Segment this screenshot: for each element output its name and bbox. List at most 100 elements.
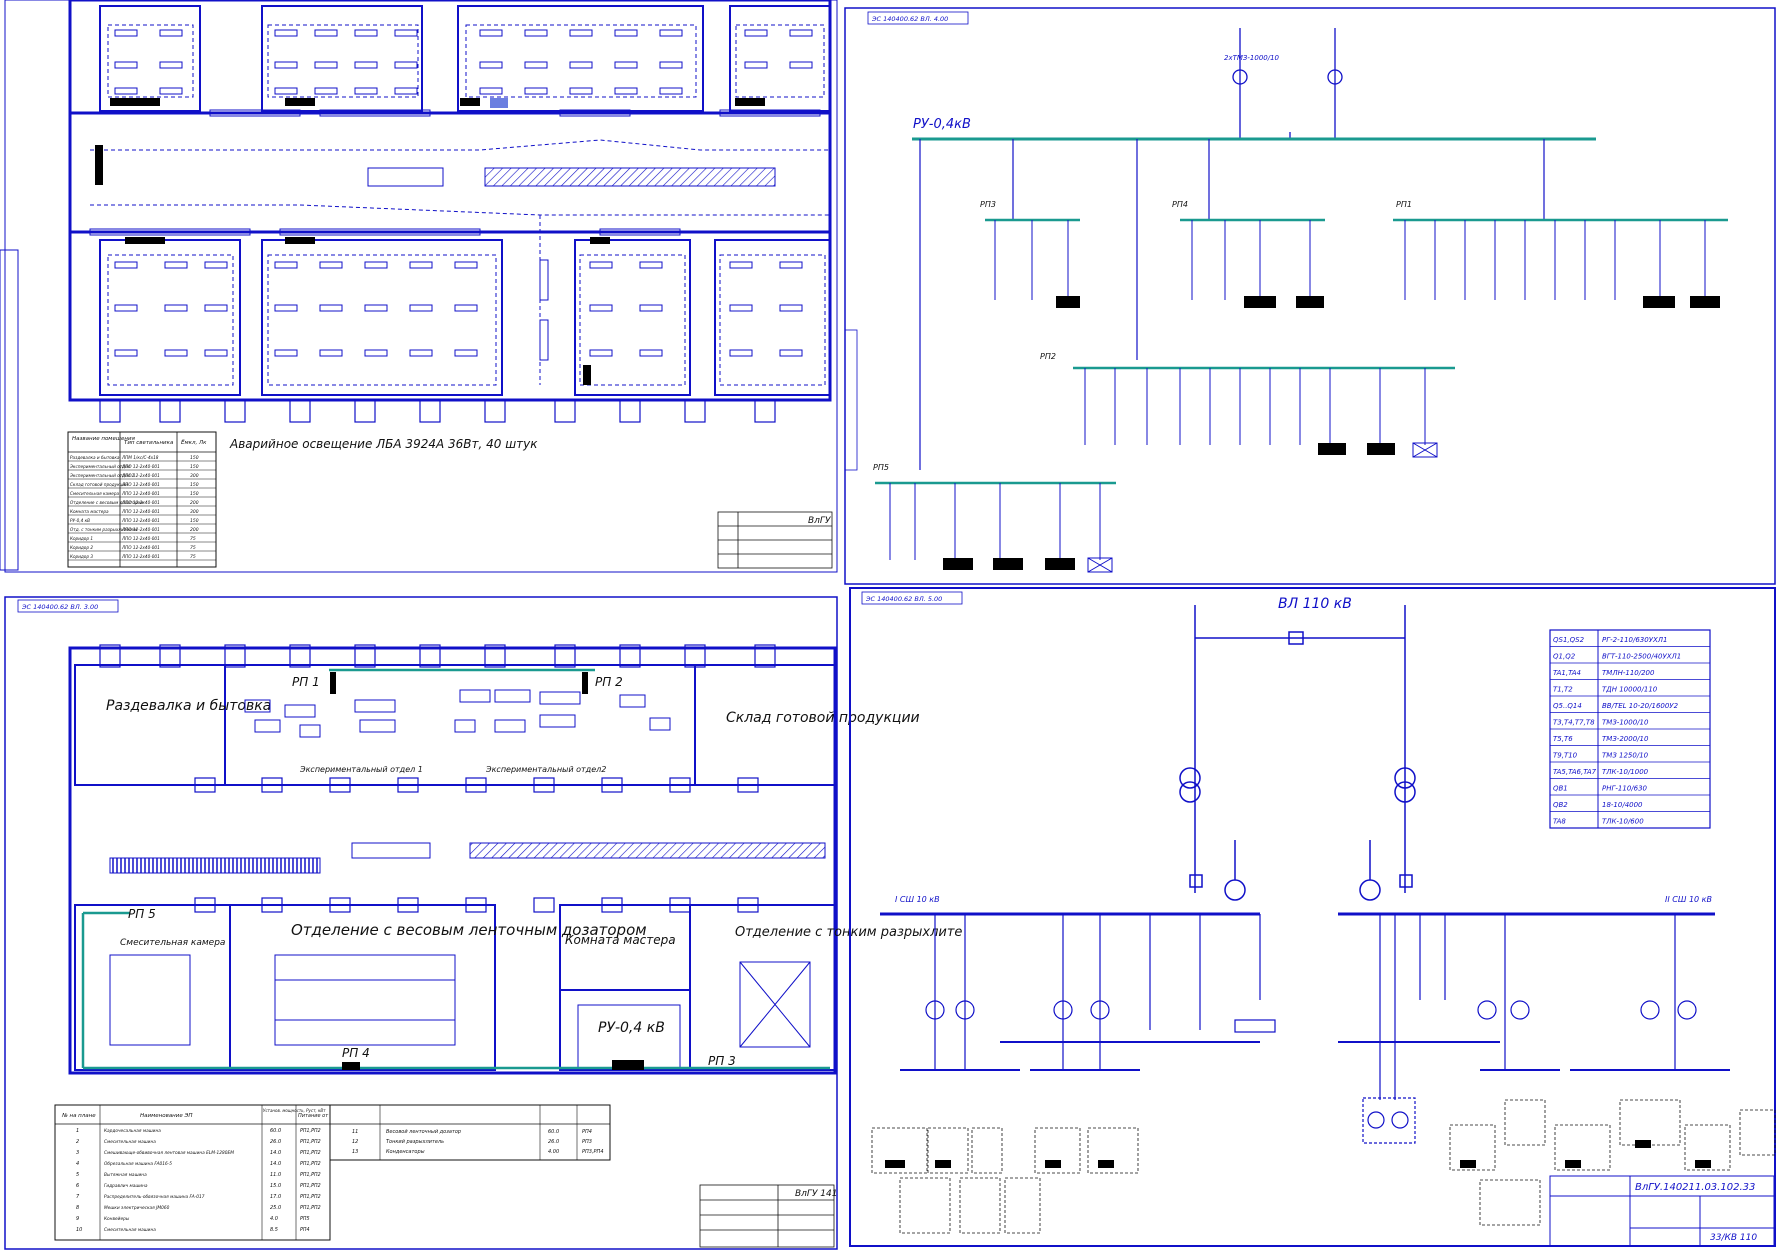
spec-designation-cell: T5,T6 — [1553, 735, 1573, 743]
panel-label-rp4: РП4 — [1172, 200, 1188, 209]
spec-type-cell: РГ-2-110/630УХЛ1 — [1602, 636, 1668, 644]
spec-designation-cell: T3,T4,T7,T8 — [1553, 719, 1595, 727]
eq-power-cell: 11.0 — [270, 1172, 281, 1178]
eq-num-cell: 1 — [76, 1128, 79, 1134]
eq-name-cell: Распределитель-обвязочная машина FA-017 — [104, 1194, 205, 1200]
vl110-title: ВЛ 110 кВ — [1278, 596, 1352, 612]
spec-type-cell: ТМЗ 1250/10 — [1602, 752, 1649, 760]
legend-room-cell: Раздевалка и бытовка — [70, 455, 120, 460]
legend-type-cell: ЛПО 12-2х40-001 — [121, 554, 160, 559]
spec-type-cell: ТЛК-10/1000 — [1602, 768, 1649, 776]
stamp-code: ВлГУ.140211.03.102.33 — [1635, 1182, 1755, 1193]
eq-name-cell: Кардочесальная машина — [104, 1128, 161, 1134]
stamp-sheet: 33/КВ 110 — [1710, 1233, 1757, 1243]
legend-lux-cell: 300 — [190, 473, 199, 479]
eq-source-cell: РП1,РП2 — [300, 1139, 321, 1145]
room-label-master: Комната мастера — [565, 933, 676, 947]
eq2-source-cell: РП3 — [582, 1139, 592, 1145]
eq-power-cell: 14.0 — [270, 1161, 281, 1167]
spec-type-cell: ТМЗ-2000/10 — [1602, 735, 1649, 743]
room-label-exp2: Экспериментальный отдел2 — [485, 765, 606, 774]
legend-type-cell: ЛПМ 1/кс/С-4х18 — [121, 455, 159, 460]
spec-type-cell: ВВ/TEL 10-20/1600У2 — [1602, 702, 1679, 710]
eq-num-cell: 10 — [76, 1227, 82, 1233]
spec-type-cell: РНГ-110/630 — [1602, 785, 1648, 793]
eq-name-cell: Мешки электрическая JM060 — [104, 1205, 170, 1211]
spec-designation-cell: TA5,TA6,TA7 — [1553, 768, 1597, 776]
eq-source-cell: РП1,РП2 — [300, 1194, 321, 1200]
bus-1-label: I СШ 10 кВ — [895, 895, 940, 904]
tbl-h-num: № на плане — [61, 1113, 96, 1119]
spec-type-cell: ТМЛН-110/200 — [1602, 669, 1655, 677]
eq-name-cell: Конвейеры — [104, 1216, 130, 1222]
legend-lux-cell: 75 — [190, 536, 196, 542]
legend-lux-cell: 75 — [190, 554, 196, 560]
legend-room-cell: Коридор 1 — [70, 536, 93, 541]
spec-designation-cell: QB1 — [1553, 785, 1568, 793]
legend-header-type: Тип светильника — [124, 440, 174, 446]
eq-power-cell: 8.5 — [270, 1227, 278, 1233]
rp3-label: РП 3 — [708, 1054, 736, 1068]
legend-room-cell: Коридор 3 — [70, 554, 93, 559]
eq2-power-cell: 60.0 — [548, 1129, 559, 1135]
eq-num-cell: 2 — [76, 1139, 79, 1145]
eq-power-cell: 26.0 — [270, 1139, 281, 1145]
top-right-header: ЭС 140400.62 ВЛ. 4.00 — [871, 15, 948, 23]
eq-source-cell: РП1,РП2 — [300, 1161, 321, 1167]
panel-label-rp3: РП3 — [980, 200, 996, 209]
eq-num-cell: 5 — [76, 1172, 79, 1178]
eq-name-cell: Смесительная машина — [104, 1227, 156, 1233]
eq-name-cell: Обрезальная машина FA016-5 — [104, 1161, 172, 1167]
legend-type-cell: ЛПО 12-2х40-001 — [121, 464, 160, 469]
eq-name-cell: Вытяжная машина — [104, 1172, 147, 1178]
eq-power-cell: 15.0 — [270, 1183, 281, 1189]
legend-header-lux: Ёмкл, Лк — [181, 439, 207, 446]
eq2-num-cell: 13 — [352, 1149, 358, 1155]
legend-room-cell: РУ-0,4 кВ — [70, 518, 90, 523]
legend-type-cell: ЛПО 12-2х40-001 — [121, 473, 160, 478]
spec-designation-cell: Q5..Q14 — [1553, 702, 1582, 710]
rp2-label: РП 2 — [595, 675, 623, 689]
bottom-right-header: ЭС 140400.62 ВЛ. 5.00 — [865, 595, 942, 603]
spec-designation-cell: TA8 — [1553, 818, 1566, 826]
eq-power-cell: 14.0 — [270, 1150, 281, 1156]
spec-designation-cell: T9,T10 — [1553, 752, 1578, 760]
spec-designation-cell: TA1,TA4 — [1553, 669, 1581, 677]
bus-2-label: II СШ 10 кВ — [1665, 895, 1712, 904]
legend-type-cell: ЛПО 12-2х40-001 — [121, 509, 160, 514]
legend-type-cell: ЛПО 12-2х40-001 — [121, 500, 160, 505]
rp4-label: РП 4 — [342, 1046, 370, 1060]
eq-source-cell: РП1,РП2 — [300, 1150, 321, 1156]
eq2-name-cell: Конденсаторы — [386, 1149, 425, 1155]
eq2-power-cell: 4.00 — [548, 1149, 559, 1155]
rp5-label: РП 5 — [128, 907, 156, 921]
panel-label-rp1: РП1 — [1396, 200, 1412, 209]
spec-designation-cell: T1,T2 — [1553, 686, 1573, 694]
room-label-warehouse: Склад готовой продукции — [726, 710, 920, 726]
eq-num-cell: 8 — [76, 1205, 79, 1211]
eq-source-cell: РП1,РП2 — [300, 1128, 321, 1134]
transformer-label: 2хТМЗ-1000/10 — [1224, 54, 1280, 62]
bottom-left-header: ЭС 140400.62 ВЛ. 3.00 — [21, 603, 98, 611]
legend-lux-cell: 150 — [190, 491, 199, 497]
spec-designation-cell: QB2 — [1553, 801, 1568, 809]
legend-lux-cell: 150 — [190, 455, 199, 461]
room-label-opener: Отделение с тонким разрыхлите — [735, 925, 962, 940]
drawing-canvas: Аварийное освещение ЛБА 3924А 36Вт, 40 ш… — [0, 0, 1786, 1252]
legend-type-cell: ЛПО 12-2х40-001 — [121, 518, 160, 523]
legend-lux-cell: 150 — [190, 482, 199, 488]
tbl-h-source: Питание от — [298, 1113, 329, 1119]
legend-lux-cell: 300 — [190, 509, 199, 515]
emergency-lighting-note: Аварийное освещение ЛБА 3924А 36Вт, 40 ш… — [229, 437, 538, 451]
eq2-source-cell: РП3,РП4 — [582, 1149, 604, 1155]
tbl-h-name: Наименование ЭП — [140, 1113, 192, 1119]
spec-type-cell: ВГТ-110-2500/40УХЛ1 — [1602, 653, 1681, 661]
legend-lux-cell: 200 — [190, 500, 199, 506]
legend-lux-cell: 75 — [190, 545, 196, 551]
eq2-power-cell: 26.0 — [548, 1139, 559, 1145]
eq2-name-cell: Весовой ленточный дозатор — [386, 1129, 461, 1135]
legend-type-cell: ЛПО 12-2х40-001 — [121, 482, 160, 487]
legend-room-cell: Склад готовой продукции — [70, 482, 128, 487]
eq-num-cell: 3 — [76, 1150, 79, 1156]
eq-source-cell: РП1,РП2 — [300, 1183, 321, 1189]
